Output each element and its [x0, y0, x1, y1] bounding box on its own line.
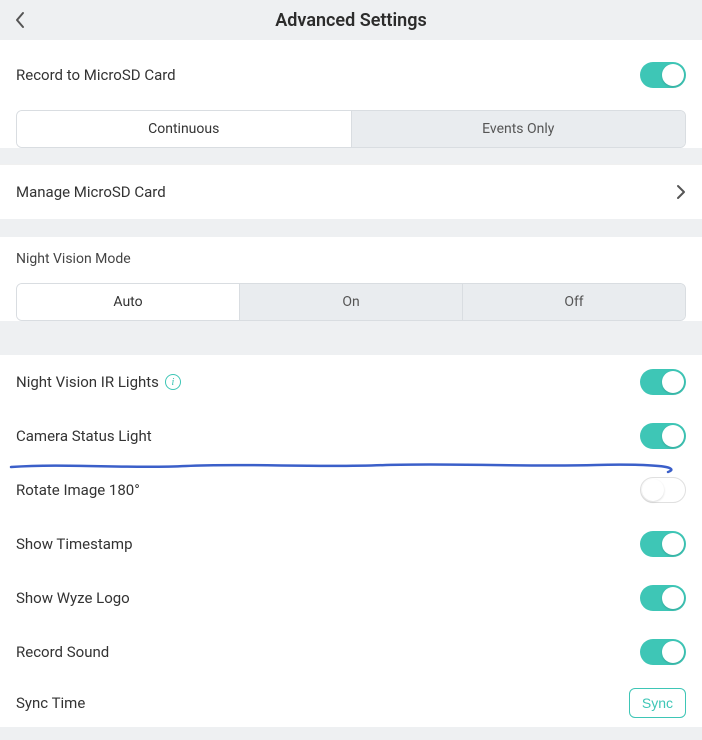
night-vision-segment: Auto On Off [16, 283, 686, 321]
section-night-vision: Night Vision Mode Auto On Off [0, 237, 702, 321]
segment-off[interactable]: Off [462, 284, 685, 320]
row-manage-sd[interactable]: Manage MicroSD Card [16, 165, 686, 219]
ir-lights-toggle[interactable] [640, 369, 686, 395]
chevron-right-icon [676, 184, 686, 200]
section-toggles: Night Vision IR Lights i Camera Status L… [0, 355, 702, 727]
row-timestamp: Show Timestamp [16, 517, 686, 571]
night-vision-label: Night Vision Mode [16, 237, 686, 275]
timestamp-toggle[interactable] [640, 531, 686, 557]
rotate-toggle[interactable] [640, 477, 686, 503]
row-sync-time: Sync Time Sync [16, 679, 686, 727]
page-title: Advanced Settings [16, 10, 686, 31]
segment-auto[interactable]: Auto [17, 284, 239, 320]
back-icon[interactable] [14, 11, 26, 29]
row-ir-lights: Night Vision IR Lights i [16, 355, 686, 409]
info-icon[interactable]: i [165, 374, 181, 390]
status-light-toggle[interactable] [640, 423, 686, 449]
timestamp-label: Show Timestamp [16, 535, 133, 553]
section-record-sd: Record to MicroSD Card Continuous Events… [0, 40, 702, 148]
row-record-sound: Record Sound [16, 625, 686, 679]
status-light-label: Camera Status Light [16, 427, 152, 445]
row-record-sd: Record to MicroSD Card [16, 48, 686, 102]
segment-events-only[interactable]: Events Only [351, 111, 686, 147]
row-wyze-logo: Show Wyze Logo [16, 571, 686, 625]
sync-time-label: Sync Time [16, 694, 85, 712]
section-manage-sd: Manage MicroSD Card [0, 164, 702, 219]
wyze-logo-toggle[interactable] [640, 585, 686, 611]
wyze-logo-label: Show Wyze Logo [16, 589, 130, 607]
ir-lights-label: Night Vision IR Lights i [16, 373, 181, 391]
record-sd-segment: Continuous Events Only [16, 110, 686, 148]
manage-sd-label: Manage MicroSD Card [16, 183, 166, 201]
record-sd-toggle[interactable] [640, 62, 686, 88]
segment-on[interactable]: On [239, 284, 462, 320]
record-sound-label: Record Sound [16, 643, 109, 661]
record-sd-label: Record to MicroSD Card [16, 66, 176, 84]
segment-continuous[interactable]: Continuous [17, 111, 351, 147]
sync-button[interactable]: Sync [629, 688, 686, 718]
ir-lights-text: Night Vision IR Lights [16, 373, 159, 391]
row-status-light: Camera Status Light [16, 409, 686, 463]
rotate-label: Rotate Image 180° [16, 481, 140, 499]
record-sound-toggle[interactable] [640, 639, 686, 665]
header: Advanced Settings [0, 0, 702, 40]
